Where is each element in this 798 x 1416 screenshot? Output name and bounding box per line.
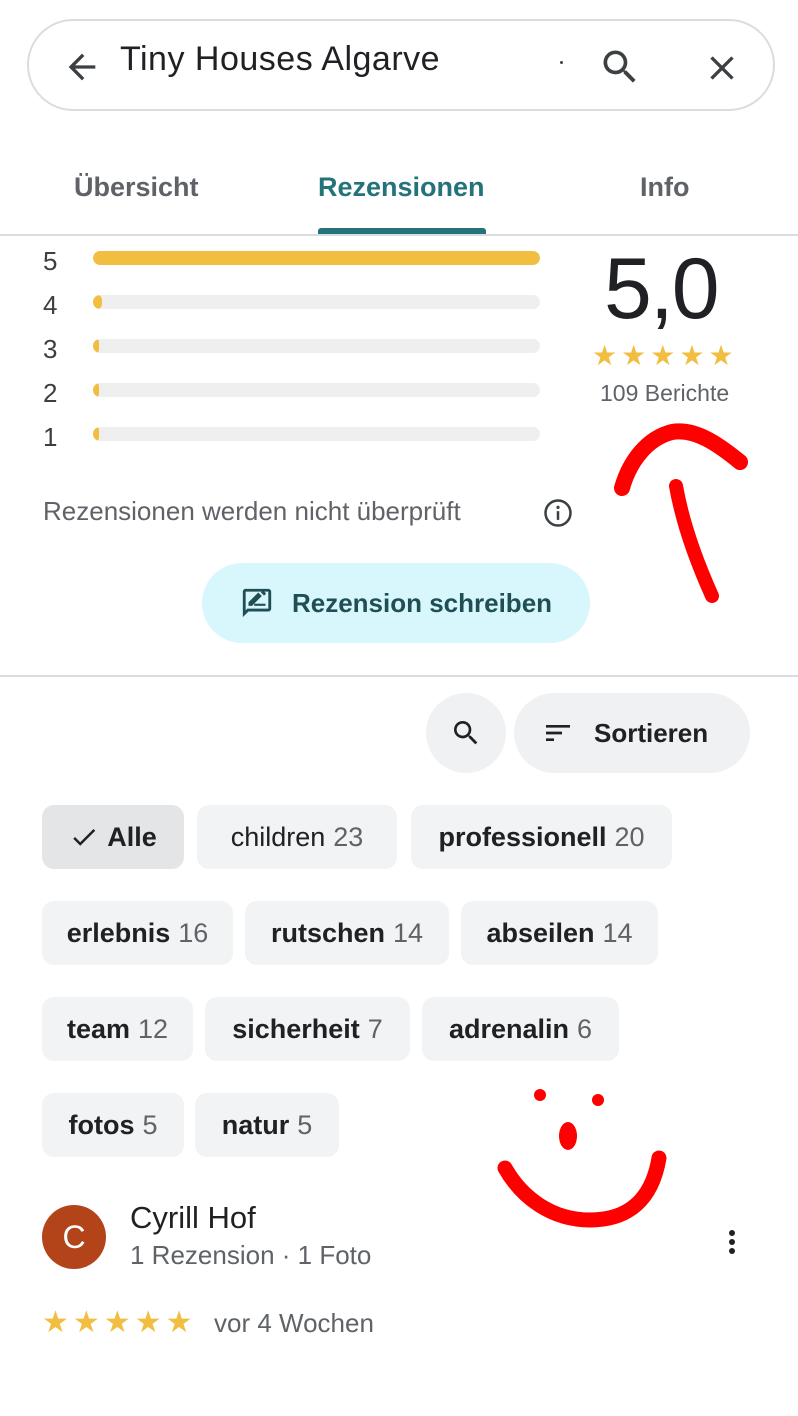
write-review-button[interactable]: Rezension schreiben [202,563,590,643]
rating-bar-label: 1 [43,422,58,452]
chip-label: adrenalin [448,1013,569,1044]
chip-label: professionell [438,821,607,852]
rating-bar-fill [93,339,99,353]
chip-label: rutschen [270,917,385,948]
chip-label: abseilen [486,917,595,948]
close-icon[interactable] [702,48,742,88]
rating-bar-fill [93,427,99,441]
star-icon: ★ [134,1306,162,1339]
avatar[interactable]: C [42,1205,106,1269]
search-icon[interactable] [598,45,642,89]
review-date: vor 4 Wochen [214,1308,374,1338]
filter-chip-abseilen[interactable]: abseilen 14 [461,901,658,965]
chip-label: team [66,1013,130,1044]
filter-chip-fotos[interactable]: fotos 5 [42,1093,184,1157]
rating-bar-fill [93,383,99,397]
star-icon: ★ [72,1306,100,1339]
text-cursor [560,61,563,64]
rating-bar [93,339,540,353]
filter-chip-sicherheit[interactable]: sicherheit 7 [205,997,410,1061]
filter-chip-erlebnis[interactable]: erlebnis 16 [42,901,233,965]
review-stars: ★ ★ ★ ★ ★ [42,1308,193,1338]
rating-bar [93,383,540,397]
chip-count: 6 [577,1013,593,1044]
review-count: 109 Berichte [600,380,730,406]
chip-count: 23 [333,821,364,852]
review-author-meta: 1 Rezension · 1 Foto [130,1240,372,1270]
chip-count: 7 [367,1013,383,1044]
rating-bar-label: 3 [43,334,58,364]
chip-count: 14 [602,917,633,948]
chip-count: 5 [142,1109,158,1140]
chip-label: fotos [68,1109,135,1140]
star-icon: ★ [708,340,734,371]
filter-chip-children[interactable]: children 23 [197,805,397,869]
rating-bar-label: 2 [43,378,58,408]
reviews-disclaimer: Rezensionen werden nicht überprüft [43,496,461,526]
chip-count: 20 [614,821,645,852]
back-arrow-icon[interactable] [62,47,102,87]
tabs-divider [0,234,798,236]
chip-count: 16 [178,917,209,948]
search-reviews-button[interactable] [426,693,506,773]
rate-review-icon [242,588,272,618]
average-rating: 5,0 [604,241,720,337]
star-icon: ★ [42,1306,69,1339]
sort-icon [546,725,570,741]
tab-info[interactable]: Info [640,172,689,203]
star-icon: ★ [103,1306,131,1339]
more-options-icon[interactable] [718,1225,746,1259]
filter-chip-team[interactable]: team 12 [42,997,193,1061]
sort-button[interactable]: Sortieren [514,693,750,773]
review-author[interactable]: Cyrill Hof [130,1200,256,1236]
chip-label: natur [221,1109,290,1140]
chip-count: 14 [392,917,424,948]
star-icon: ★ [621,340,647,371]
rating-bar-fill [93,251,540,265]
star-icon: ★ [679,340,705,371]
tab-reviews[interactable]: Rezensionen [318,172,485,203]
tab-overview[interactable]: Übersicht [74,172,199,203]
section-divider [0,675,798,677]
chip-label: sicherheit [232,1013,360,1044]
chip-label: children [230,821,326,852]
sort-label: Sortieren [594,717,709,748]
check-icon [73,828,96,846]
filter-chip-Alle[interactable]: Alle [42,805,184,869]
star-icon: ★ [592,340,618,371]
search-query[interactable]: Tiny Houses Algarve [120,40,440,79]
average-stars: ★ ★ ★ ★ ★ [592,342,734,370]
write-review-label: Rezension schreiben [291,587,553,618]
info-icon[interactable] [543,498,573,528]
rating-bar [93,295,540,309]
filter-chip-rutschen[interactable]: rutschen 14 [245,901,449,965]
search-icon [454,721,478,745]
filter-chip-adrenalin[interactable]: adrenalin 6 [422,997,619,1061]
chip-label: erlebnis [66,917,171,948]
chip-label: Alle [107,821,157,852]
chip-count: 5 [297,1109,313,1140]
filter-chip-natur[interactable]: natur 5 [195,1093,339,1157]
rating-bar-label: 4 [43,290,58,320]
rating-bar-fill [93,295,102,309]
star-icon: ★ [650,340,676,371]
filter-chip-professionell[interactable]: professionell 20 [411,805,672,869]
rating-bar-label: 5 [43,246,58,276]
star-icon: ★ [165,1306,193,1339]
rating-bar [93,427,540,441]
rating-bar [93,251,540,265]
chip-count: 12 [137,1013,169,1044]
